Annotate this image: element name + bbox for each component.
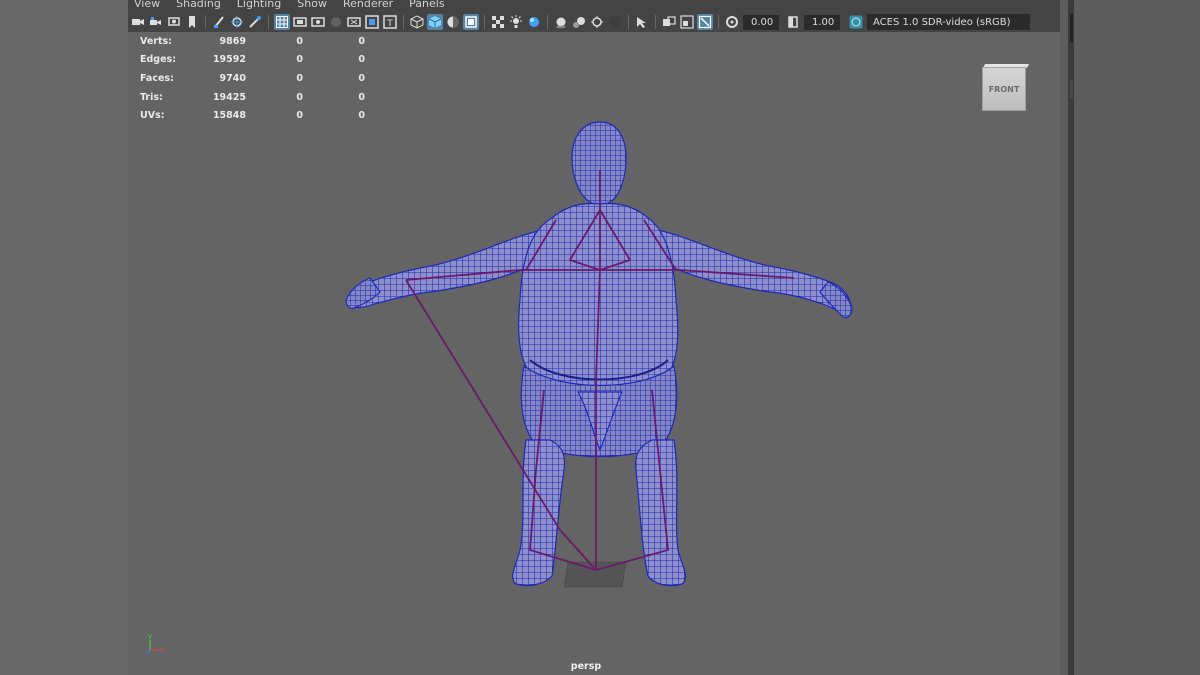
hud-value: 9740	[219, 72, 246, 84]
hud-selected: 0	[296, 72, 303, 84]
character-wireframe-model[interactable]	[330, 110, 870, 600]
menu-show[interactable]: Show	[297, 0, 327, 10]
hud-row-tris: Tris: 19425 0 0	[140, 88, 365, 107]
left-margin	[0, 0, 128, 675]
xray-active-icon[interactable]	[679, 14, 695, 30]
hud-selected: 0	[296, 91, 303, 103]
view-cube-front-face[interactable]: FRONT	[982, 67, 1026, 111]
hud-other: 0	[358, 72, 365, 84]
z-axis-line	[145, 649, 151, 655]
panel-menu-bar: View Shading Lighting Show Renderer Pane…	[128, 0, 1060, 12]
gamma-field[interactable]: 1.00	[804, 14, 840, 30]
2d-pan-zoom-icon[interactable]	[229, 14, 245, 30]
hud-row-faces: Faces: 9740 0 0	[140, 69, 365, 88]
camera-name-label: persp	[570, 661, 602, 672]
hud-label: Tris:	[140, 91, 163, 103]
multisample-aa-icon[interactable]	[589, 14, 605, 30]
menu-panels[interactable]: Panels	[409, 0, 444, 10]
mesh	[345, 121, 853, 587]
color-space-dropdown[interactable]: ACES 1.0 SDR-video (sRGB)	[867, 14, 1049, 30]
hud-label: UVs:	[140, 110, 165, 122]
toolbar-separator	[484, 15, 485, 29]
motion-blur-icon[interactable]	[571, 14, 587, 30]
safe-title-icon[interactable]	[364, 14, 380, 30]
hud-value: 9869	[219, 35, 246, 47]
right-panel	[1060, 0, 1200, 675]
xray-icon[interactable]	[661, 14, 677, 30]
depth-of-field-icon[interactable]	[607, 14, 623, 30]
hud-value: 15848	[212, 110, 246, 122]
wireframe-on-shaded-icon[interactable]	[445, 14, 461, 30]
hud-selected: 0	[296, 35, 303, 47]
safe-action-icon[interactable]	[346, 14, 362, 30]
grease-pencil-icon[interactable]	[211, 14, 227, 30]
resolution-gate-icon[interactable]	[292, 14, 308, 30]
toolbar-separator	[547, 15, 548, 29]
panel-toolbar: T 0.00 1.00 ACES 1.0 SDR-video (sRGB)	[128, 12, 1060, 32]
gate-mask-icon[interactable]	[310, 14, 326, 30]
toolbar-separator	[403, 15, 404, 29]
hud-label: Verts:	[140, 35, 172, 47]
hud-value: 19592	[212, 54, 246, 66]
toolbar-separator	[628, 15, 629, 29]
camera-attributes-icon[interactable]	[148, 14, 164, 30]
axis-gizmo: y x	[145, 632, 164, 655]
hud-value: 19425	[212, 91, 246, 103]
menu-renderer[interactable]: Renderer	[343, 0, 393, 10]
scrollbar-handle[interactable]	[1070, 14, 1073, 42]
shadows-icon[interactable]	[526, 14, 542, 30]
hud-selected: 0	[296, 110, 303, 122]
bookmark-icon[interactable]	[166, 14, 182, 30]
toolbar-separator	[205, 15, 206, 29]
light-bulb-icon[interactable]	[508, 14, 524, 30]
heads-up-icon[interactable]: T	[382, 14, 398, 30]
exposure-icon[interactable]	[724, 14, 740, 30]
view-cube[interactable]: FRONT	[982, 64, 1030, 111]
wireframe-icon[interactable]	[409, 14, 425, 30]
gamma-icon[interactable]	[785, 14, 801, 30]
xray-joints-icon[interactable]	[697, 14, 713, 30]
hud-other: 0	[358, 54, 365, 66]
toolbar-separator	[268, 15, 269, 29]
exposure-field[interactable]: 0.00	[743, 14, 779, 30]
color-management-icon[interactable]	[848, 14, 864, 30]
toolbar-filler	[1030, 12, 1060, 32]
hud-other: 0	[358, 35, 365, 47]
menu-shading[interactable]: Shading	[176, 0, 221, 10]
field-chart-icon[interactable]	[328, 14, 344, 30]
grid-icon[interactable]	[274, 14, 290, 30]
menu-view[interactable]: View	[134, 0, 160, 10]
hud-other: 0	[358, 91, 365, 103]
scrollbar-marker	[1070, 80, 1073, 98]
toolbar-separator	[655, 15, 656, 29]
svg-text:T: T	[386, 19, 393, 29]
image-plane-icon[interactable]	[184, 14, 200, 30]
camera-select-icon[interactable]	[130, 14, 146, 30]
panel-splitter[interactable]	[1068, 0, 1074, 675]
hud-label: Edges:	[140, 54, 176, 66]
screen-space-ao-icon[interactable]	[553, 14, 569, 30]
toolbar-separator	[718, 15, 719, 29]
use-all-lights-icon[interactable]	[490, 14, 506, 30]
x-axis-label: x	[160, 646, 164, 654]
hud-row-edges: Edges: 19592 0 0	[140, 51, 365, 70]
film-gate-icon[interactable]	[247, 14, 263, 30]
y-axis-label: y	[148, 632, 152, 640]
ground-shadow	[563, 561, 627, 588]
hud-label: Faces:	[140, 72, 174, 84]
isolate-select-icon[interactable]	[634, 14, 650, 30]
hud-row-verts: Verts: 9869 0 0	[140, 32, 365, 51]
textured-icon[interactable]	[463, 14, 479, 30]
menu-lighting[interactable]: Lighting	[237, 0, 281, 10]
hud-selected: 0	[296, 54, 303, 66]
smooth-shade-icon[interactable]	[427, 14, 443, 30]
color-space-label: ACES 1.0 SDR-video (sRGB)	[873, 16, 1011, 28]
